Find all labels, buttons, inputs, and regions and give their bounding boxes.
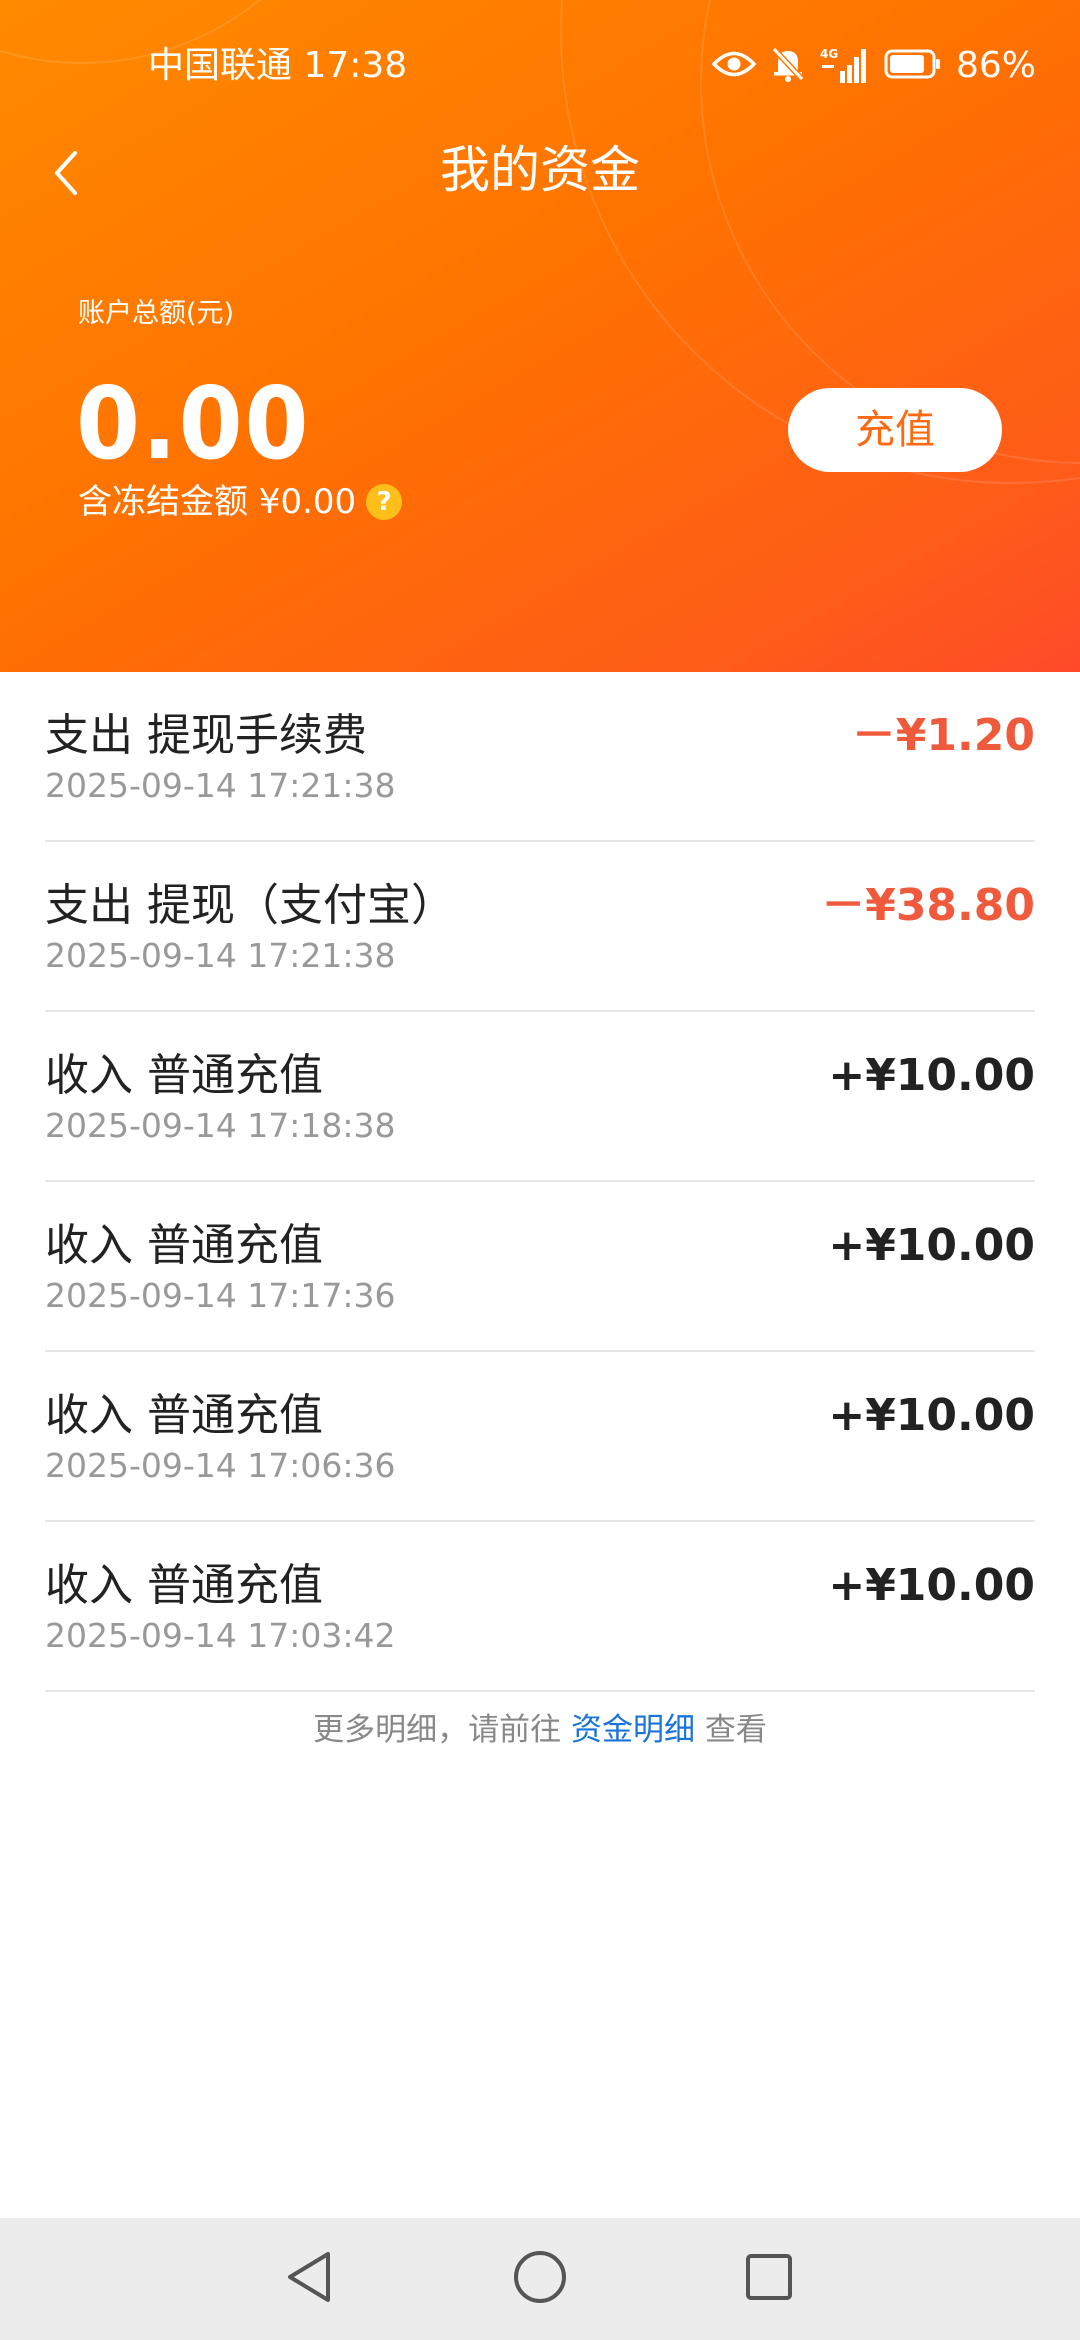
- circle-home-icon: [512, 2249, 568, 2309]
- eye-icon: [711, 49, 757, 83]
- transaction-row[interactable]: 收入 普通充值 2025-09-14 17:06:36 +¥10.00: [45, 1352, 1035, 1522]
- transaction-title: 支出 提现（支付宝）: [45, 880, 455, 931]
- square-recents-icon: [744, 2252, 794, 2306]
- system-recents-button[interactable]: [734, 2244, 804, 2314]
- bell-muted-icon: [770, 45, 806, 87]
- transaction-time: 2025-09-14 17:03:42: [45, 1616, 396, 1655]
- more-details-prefix: 更多明细，请前往: [313, 1712, 562, 1748]
- account-total-label: 账户总额(元): [78, 298, 235, 329]
- battery-icon: [884, 49, 942, 83]
- transaction-row[interactable]: 收入 普通充值 2025-09-14 17:17:36 +¥10.00: [45, 1182, 1035, 1352]
- transaction-title: 收入 普通充值: [45, 1050, 323, 1101]
- transaction-amount: －¥1.20: [851, 710, 1035, 761]
- transaction-amount: +¥10.00: [828, 1560, 1035, 1611]
- account-total-amount: 0.00: [76, 365, 311, 482]
- system-home-button[interactable]: [505, 2244, 575, 2314]
- frozen-amount-row: 含冻结金额 ¥0.00 ?: [78, 478, 403, 526]
- transaction-row[interactable]: 收入 普通充值 2025-09-14 17:18:38 +¥10.00: [45, 1012, 1035, 1182]
- recharge-button[interactable]: 充值: [788, 388, 1002, 472]
- transaction-row[interactable]: 支出 提现（支付宝） 2025-09-14 17:21:38 －¥38.80: [45, 842, 1035, 1012]
- page-title: 我的资金: [440, 141, 640, 199]
- transaction-time: 2025-09-14 17:21:38: [45, 766, 396, 805]
- transaction-amount: +¥10.00: [828, 1220, 1035, 1271]
- my-funds-page: 中国联通 17:38 4G 86% 我的资金 账户总额(元) 0.00 含冻结金…: [0, 0, 1080, 2340]
- header-banner: 中国联通 17:38 4G 86% 我的资金 账户总额(元) 0.00 含冻结金…: [0, 0, 1080, 672]
- question-mark-icon[interactable]: ?: [366, 484, 403, 520]
- transaction-amount: －¥38.80: [821, 880, 1035, 931]
- transaction-time: 2025-09-14 17:21:38: [45, 936, 396, 975]
- fund-details-link[interactable]: 资金明细: [571, 1712, 695, 1748]
- transaction-row[interactable]: 收入 普通充值 2025-09-14 17:03:42 +¥10.00: [45, 1522, 1035, 1692]
- frozen-amount-label: 含冻结金额 ¥0.00: [78, 482, 357, 522]
- system-nav-bar: [0, 2218, 1080, 2340]
- system-back-button[interactable]: [274, 2244, 344, 2314]
- status-bar: 中国联通 17:38 4G 86%: [0, 0, 1080, 130]
- transaction-title: 收入 普通充值: [45, 1560, 323, 1611]
- carrier-time: 中国联通 17:38: [148, 45, 408, 86]
- transaction-title: 支出 提现手续费: [45, 710, 367, 761]
- transaction-title: 收入 普通充值: [45, 1390, 323, 1441]
- transaction-time: 2025-09-14 17:18:38: [45, 1106, 396, 1145]
- battery-percent: 86%: [955, 45, 1036, 86]
- transaction-title: 收入 普通充值: [45, 1220, 323, 1271]
- transaction-time: 2025-09-14 17:06:36: [45, 1446, 396, 1485]
- status-icons: 4G 86%: [711, 42, 1036, 90]
- triangle-back-icon: [284, 2250, 334, 2308]
- more-details-hint: 更多明细，请前往 资金明细 查看: [0, 1708, 1080, 1752]
- transaction-time: 2025-09-14 17:17:36: [45, 1276, 396, 1315]
- transaction-row[interactable]: 支出 提现手续费 2025-09-14 17:21:38 －¥1.20: [45, 672, 1035, 842]
- more-details-suffix: 查看: [704, 1712, 767, 1748]
- transaction-amount: +¥10.00: [828, 1050, 1035, 1101]
- network-type-label: 4G: [820, 47, 838, 61]
- transaction-amount: +¥10.00: [828, 1390, 1035, 1441]
- transaction-list: 支出 提现手续费 2025-09-14 17:21:38 －¥1.20 支出 提现（支…: [0, 672, 1080, 1692]
- signal-icon: 4G: [820, 45, 870, 87]
